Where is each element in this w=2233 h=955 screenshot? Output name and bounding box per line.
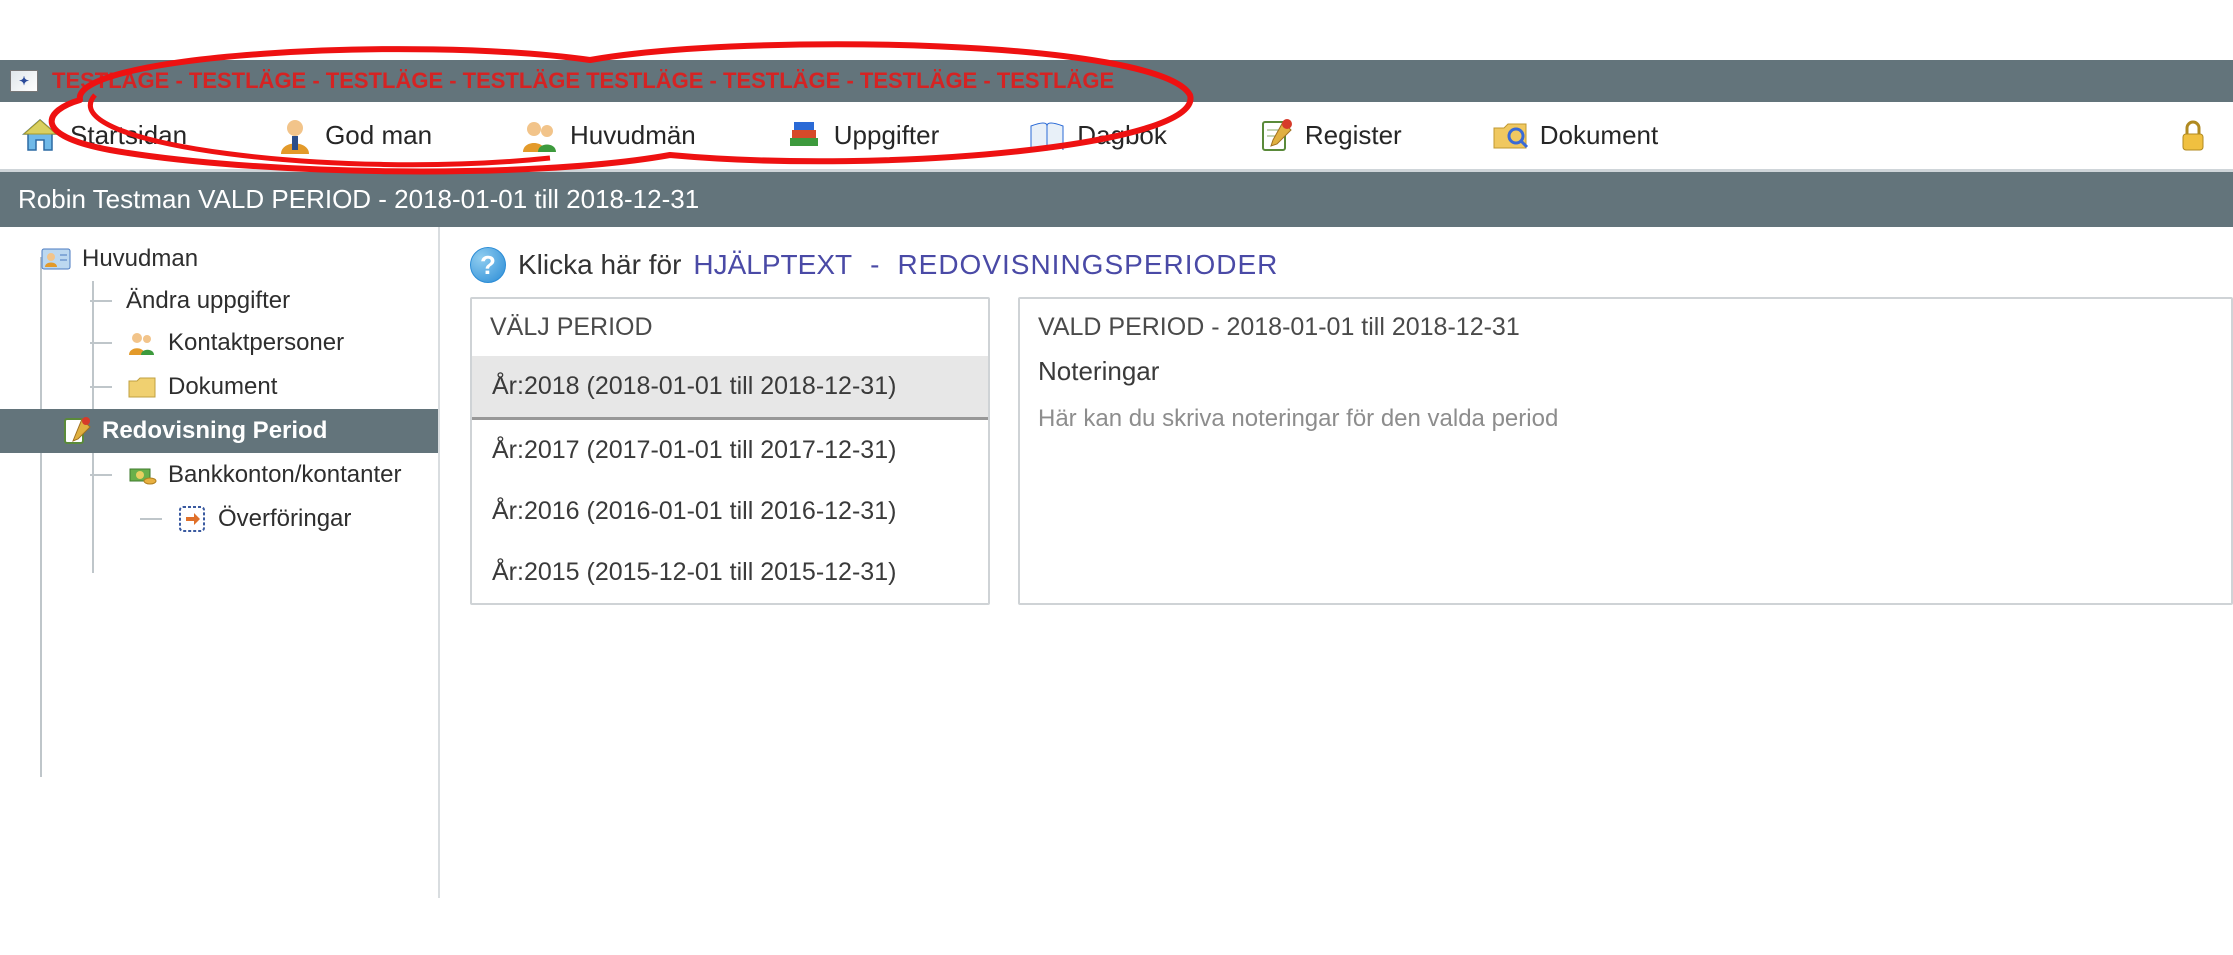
period-list: År:2018 (2018-01-01 till 2018-12-31) År:…: [472, 356, 988, 603]
toolbar-label: Dokument: [1540, 120, 1659, 151]
tree-label: Överföringar: [218, 505, 351, 533]
toolbar-dagbok[interactable]: Dagbok: [1027, 116, 1167, 156]
help-prefix: Klicka här för: [518, 249, 681, 281]
person-suit-icon: [275, 116, 315, 156]
help-link[interactable]: HJÄLPTEXT: [693, 249, 852, 281]
books-icon: [784, 116, 824, 156]
help-sep: -: [870, 249, 879, 281]
toolbar-godman[interactable]: God man: [275, 116, 432, 156]
toolbar-label: Startsidan: [70, 120, 187, 151]
tree-overforingar[interactable]: Överföringar: [130, 497, 438, 541]
period-select-panel: VÄLJ PERIOD År:2018 (2018-01-01 till 201…: [470, 297, 990, 605]
main-toolbar: Startsidan God man Huvudmän Uppgifter Da…: [0, 102, 2233, 172]
toolbar-uppgifter[interactable]: Uppgifter: [784, 116, 940, 156]
folder-search-icon: [1490, 116, 1530, 156]
notes-panel: VALD PERIOD - 2018-01-01 till 2018-12-31…: [1018, 297, 2233, 605]
test-mode-banner: ✦ TESTLÄGE - TESTLÄGE - TESTLÄGE - TESTL…: [0, 60, 2233, 102]
tree-redovisning-period[interactable]: Redovisning Period: [0, 409, 438, 453]
context-text: Robin Testman VALD PERIOD - 2018-01-01 t…: [18, 184, 699, 214]
tree-bankkonton[interactable]: Bankkonton/kontanter: [80, 453, 438, 497]
toolbar-dokument[interactable]: Dokument: [1490, 116, 1659, 156]
open-book-icon: [1027, 116, 1067, 156]
lock-icon: [2173, 116, 2213, 156]
notepad-pencil-icon: [60, 415, 92, 447]
period-item[interactable]: År:2015 (2015-12-01 till 2015-12-31): [472, 542, 988, 603]
toolbar-huvudman[interactable]: Huvudmän: [520, 116, 696, 156]
toolbar-register[interactable]: Register: [1255, 116, 1402, 156]
context-bar: Robin Testman VALD PERIOD - 2018-01-01 t…: [0, 172, 2233, 227]
home-icon: [20, 116, 60, 156]
notes-textarea[interactable]: Här kan du skriva noteringar för den val…: [1020, 405, 2231, 433]
tree-label: Huvudman: [82, 245, 198, 273]
help-row[interactable]: ? Klicka här för HJÄLPTEXT - REDOVISNING…: [470, 247, 2233, 283]
help-icon: ?: [470, 247, 506, 283]
help-topic: REDOVISNINGSPERIODER: [897, 249, 1278, 281]
people-icon: [520, 116, 560, 156]
toolbar-label: Huvudmän: [570, 120, 696, 151]
people-icon: [126, 327, 158, 359]
period-item[interactable]: År:2017 (2017-01-01 till 2017-12-31): [472, 420, 988, 481]
content-area: ? Klicka här för HJÄLPTEXT - REDOVISNING…: [440, 227, 2233, 898]
period-item[interactable]: År:2018 (2018-01-01 till 2018-12-31): [472, 356, 988, 420]
tree-label: Bankkonton/kontanter: [168, 461, 402, 489]
folder-icon: [126, 371, 158, 403]
app-icon: ✦: [10, 70, 38, 92]
notes-subtitle: Noteringar: [1020, 356, 2231, 405]
test-mode-text: TESTLÄGE - TESTLÄGE - TESTLÄGE - TESTLÄG…: [52, 68, 1114, 94]
tree-root-huvudman[interactable]: Huvudman: [30, 237, 438, 281]
tree-label: Kontaktpersoner: [168, 329, 344, 357]
transfer-icon: [176, 503, 208, 535]
main-area: Huvudman Ändra uppgifter Kontaktpersoner: [0, 227, 2233, 898]
toolbar-label: Dagbok: [1077, 120, 1167, 151]
period-item[interactable]: År:2016 (2016-01-01 till 2016-12-31): [472, 481, 988, 542]
toolbar-startsidan[interactable]: Startsidan: [20, 116, 187, 156]
nav-tree: Huvudman Ändra uppgifter Kontaktpersoner: [0, 227, 440, 898]
contact-card-icon: [40, 243, 72, 275]
tree-label: Dokument: [168, 373, 277, 401]
tree-dokument[interactable]: Dokument: [80, 365, 438, 409]
tree-label: Redovisning Period: [102, 417, 327, 445]
notepad-pencil-icon: [1255, 116, 1295, 156]
tree-label: Ändra uppgifter: [126, 287, 290, 315]
tree-kontaktpersoner[interactable]: Kontaktpersoner: [80, 321, 438, 365]
toolbar-label: Uppgifter: [834, 120, 940, 151]
toolbar-label: Register: [1305, 120, 1402, 151]
cash-icon: [126, 459, 158, 491]
toolbar-label: God man: [325, 120, 432, 151]
period-panel-title: VÄLJ PERIOD: [472, 299, 988, 356]
toolbar-lock[interactable]: [2173, 116, 2213, 156]
notes-placeholder-text: Här kan du skriva noteringar för den val…: [1038, 405, 1558, 432]
notes-panel-title: VALD PERIOD - 2018-01-01 till 2018-12-31: [1020, 299, 2231, 356]
tree-andra-uppgifter[interactable]: Ändra uppgifter: [80, 281, 438, 321]
